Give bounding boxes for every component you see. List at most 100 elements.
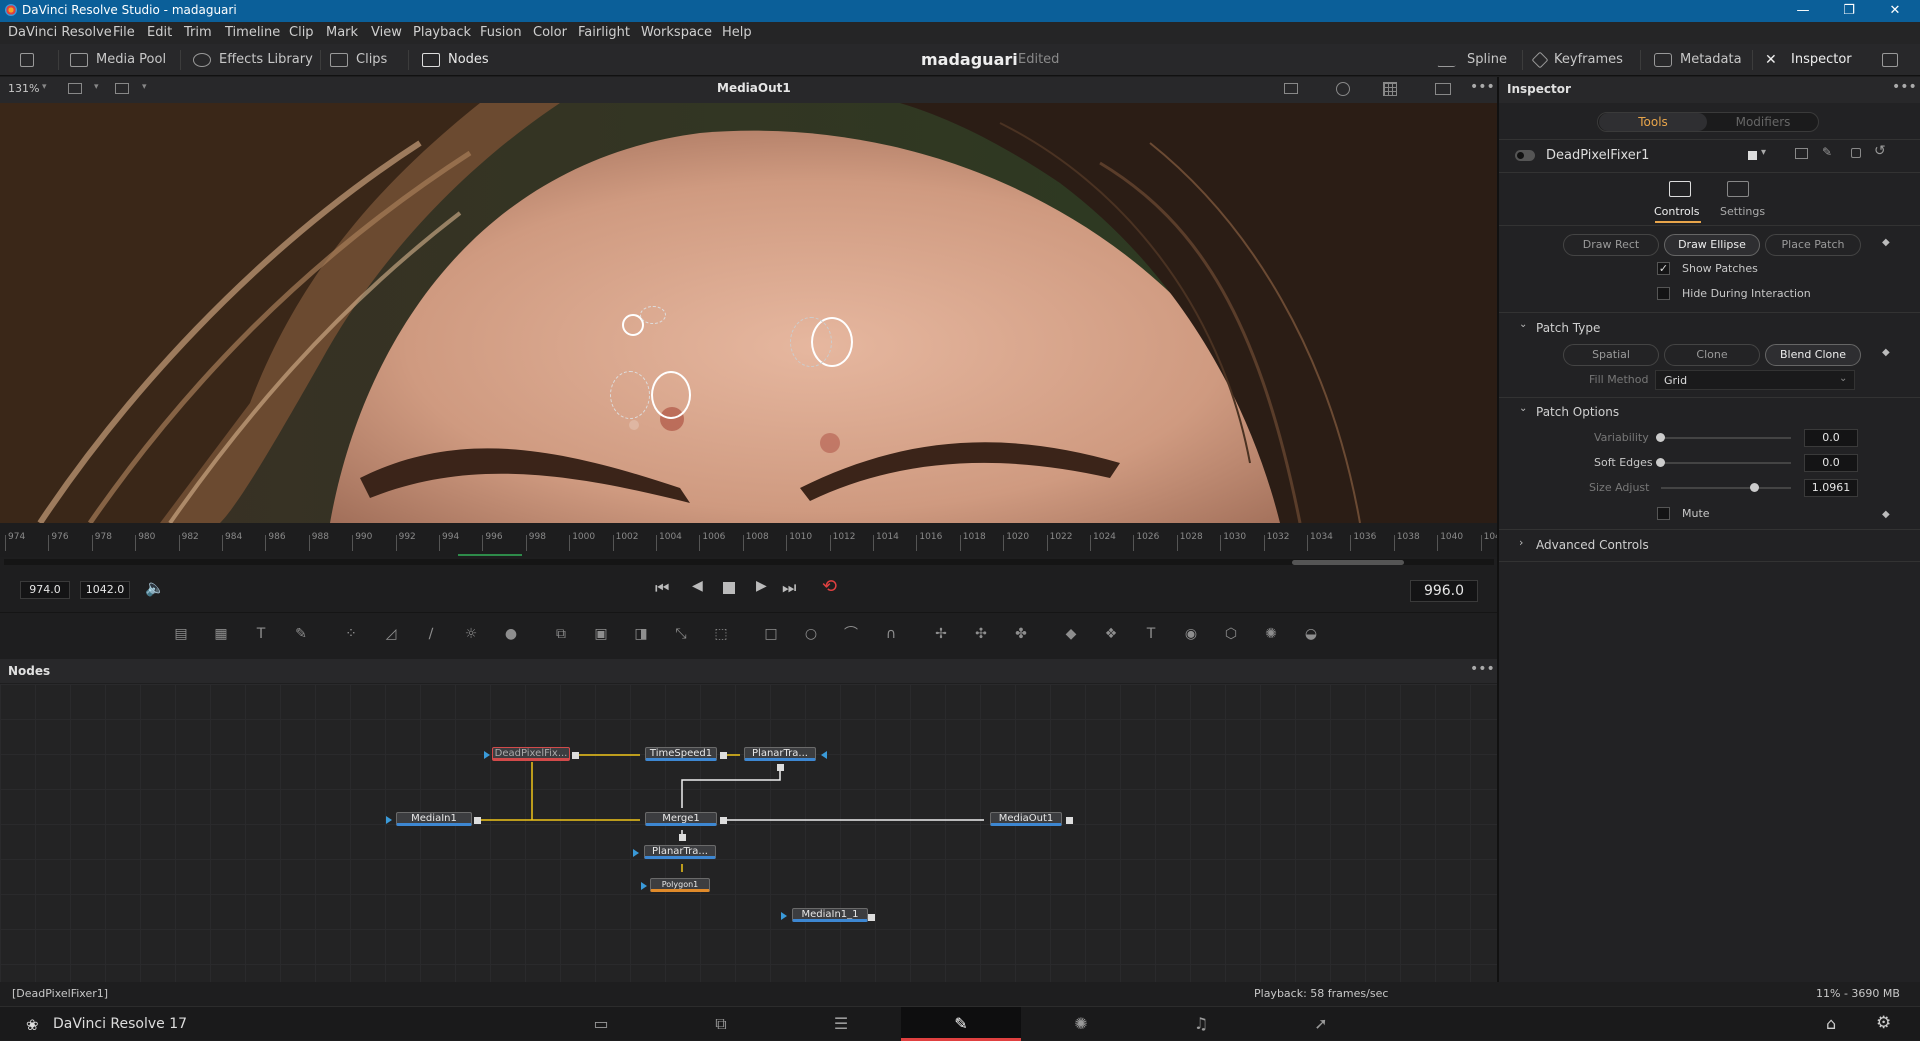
chevron-down-icon[interactable]: ⌄ — [1519, 319, 1527, 330]
chevron-down-icon[interactable]: ▾ — [42, 82, 47, 92]
view-layout-icon[interactable] — [68, 83, 82, 94]
edit-page-icon[interactable]: ☰ — [781, 1007, 901, 1041]
place-patch-button[interactable]: Place Patch — [1765, 234, 1861, 256]
home-icon[interactable]: ⌂ — [1826, 1014, 1836, 1033]
fill-method-select[interactable]: Grid ⌄ — [1655, 370, 1855, 390]
play-reverse-icon[interactable]: ◀ — [692, 578, 703, 594]
cut-page-icon[interactable]: ⧉ — [661, 1007, 781, 1041]
input-pin[interactable] — [633, 849, 639, 857]
roi-icon[interactable] — [115, 83, 129, 94]
effects-library-button[interactable]: Effects Library — [193, 44, 313, 76]
draw-ellipse-button[interactable]: Draw Ellipse — [1664, 234, 1760, 256]
node-mediaout[interactable]: MediaOut1 — [990, 812, 1062, 826]
hide-during-interaction-checkbox[interactable] — [1657, 287, 1670, 300]
mute-checkbox[interactable] — [1657, 507, 1670, 520]
volume-icon[interactable]: 🔈 — [145, 578, 165, 597]
node-polygon[interactable]: Polygon1 — [650, 878, 710, 892]
menu-mark[interactable]: Mark — [326, 25, 358, 40]
ellipse-mask-icon[interactable]: ○ — [802, 625, 820, 643]
go-to-end-icon[interactable]: ⏭ — [782, 578, 796, 598]
media-page-icon[interactable]: ▭ — [541, 1007, 661, 1041]
size-adjust-slider-knob[interactable] — [1750, 483, 1759, 492]
settings-tab[interactable]: Settings — [1720, 205, 1765, 218]
channel-boolean-tool-icon[interactable]: ▣ — [592, 625, 610, 643]
channel-icon[interactable] — [1336, 82, 1350, 96]
polygon-mask-icon[interactable]: ⌒ — [842, 625, 860, 643]
patch-source-handle[interactable] — [610, 371, 650, 419]
output-pin[interactable] — [679, 834, 686, 841]
output-pin[interactable] — [474, 817, 481, 824]
soft-edges-slider-track[interactable] — [1661, 462, 1791, 464]
stop-icon[interactable] — [723, 582, 735, 594]
size-adjust-slider-track[interactable] — [1661, 487, 1791, 489]
menu-color[interactable]: Color — [533, 25, 567, 40]
loop-icon[interactable]: ⟲ — [822, 576, 837, 597]
merge-tool-icon[interactable]: ⧉ — [552, 625, 570, 643]
zoom-level[interactable]: 131% — [8, 82, 39, 95]
fastnoise-tool-icon[interactable]: ▦ — [212, 625, 230, 643]
brightness-tool-icon[interactable]: ☼ — [462, 625, 480, 643]
menu-fusion[interactable]: Fusion — [480, 25, 522, 40]
render-start-field[interactable]: 974.0 — [20, 581, 70, 599]
menu-davinci-resolve[interactable]: DaVinci Resolve — [8, 25, 112, 40]
curves-tool-icon[interactable]: ◿ — [382, 625, 400, 643]
nodes-button[interactable]: Nodes — [422, 44, 489, 76]
color-swatch[interactable] — [1748, 151, 1757, 160]
render-end-field[interactable]: 1042.0 — [80, 581, 130, 599]
draw-rect-button[interactable]: Draw Rect — [1563, 234, 1659, 256]
clone-button[interactable]: Clone — [1664, 344, 1760, 366]
lut-icon[interactable] — [1284, 83, 1298, 94]
spline-button[interactable]: Spline — [1436, 44, 1507, 76]
menu-help[interactable]: Help — [722, 25, 752, 40]
output-pin[interactable] — [868, 914, 875, 921]
gear-icon[interactable]: ⚙ — [1876, 1013, 1891, 1033]
node-graph[interactable]: DeadPixelFix... TimeSpeed1 PlanarTra... … — [0, 684, 1497, 982]
menu-timeline[interactable]: Timeline — [225, 25, 280, 40]
tab-tools[interactable]: Tools — [1599, 113, 1707, 131]
rectangle-mask-icon[interactable]: □ — [762, 625, 780, 643]
play-icon[interactable]: ▶ — [756, 578, 767, 594]
size-adjust-input[interactable]: 1.0961 — [1804, 479, 1858, 497]
chevron-down-icon[interactable]: ▾ — [1761, 147, 1766, 158]
deliver-page-icon[interactable]: ➚ — [1261, 1007, 1381, 1041]
show-patches-checkbox[interactable]: ✓ — [1657, 262, 1670, 275]
light3d-tool-icon[interactable]: ✺ — [1262, 625, 1280, 643]
camera-tracker-icon[interactable]: ✤ — [1012, 625, 1030, 643]
viewer-canvas[interactable] — [0, 103, 1497, 523]
inspector-button[interactable]: ✕ Inspector — [1765, 44, 1852, 76]
node-merge[interactable]: Merge1 — [645, 812, 717, 826]
matte-control-tool-icon[interactable]: ◨ — [632, 625, 650, 643]
scrollbar-track[interactable] — [4, 559, 1494, 565]
minimize-button[interactable]: — — [1780, 0, 1826, 22]
reset-icon[interactable]: ↺ — [1874, 143, 1886, 159]
shape3d-tool-icon[interactable]: ◆ — [1062, 625, 1080, 643]
fairlight-page-icon[interactable]: ♫ — [1141, 1007, 1261, 1041]
chevron-down-icon[interactable]: ⌄ — [1519, 403, 1527, 414]
spatial-button[interactable]: Spatial — [1563, 344, 1659, 366]
patch-target-handle[interactable] — [651, 371, 691, 419]
soft-edges-slider-knob[interactable] — [1656, 458, 1665, 467]
variability-slider-track[interactable] — [1661, 437, 1791, 439]
menu-clip[interactable]: Clip — [289, 25, 314, 40]
maximize-button[interactable]: ❐ — [1826, 0, 1872, 22]
patch-type-section[interactable]: Patch Type — [1536, 321, 1600, 335]
bspline-mask-icon[interactable]: ∩ — [882, 625, 900, 643]
chevron-down-icon[interactable]: ▾ — [94, 82, 99, 92]
node-deadpixelfixer[interactable]: DeadPixelFix... — [492, 747, 570, 761]
merge3d-tool-icon[interactable]: ❖ — [1102, 625, 1120, 643]
lock-icon[interactable] — [1851, 148, 1861, 158]
metadata-button[interactable]: Metadata — [1654, 44, 1742, 76]
more-options-icon[interactable]: ••• — [1470, 79, 1495, 95]
text3d-tool-icon[interactable]: T — [1142, 625, 1160, 643]
variability-input[interactable]: 0.0 — [1804, 429, 1858, 447]
color-corrector-tool-icon[interactable]: ● — [502, 625, 520, 643]
fullscreen-icon[interactable] — [1882, 44, 1906, 76]
fusion-page-icon[interactable]: ✎ — [901, 1007, 1021, 1041]
keyframe-diamond-icon[interactable]: ◆ — [1882, 347, 1890, 358]
camera3d-tool-icon[interactable]: ◉ — [1182, 625, 1200, 643]
renderer3d-tool-icon[interactable]: ⬡ — [1222, 625, 1240, 643]
chevron-right-icon[interactable]: › — [1519, 536, 1523, 549]
node-mediain[interactable]: MediaIn1 — [396, 812, 472, 826]
paint-tool-icon[interactable]: ✎ — [292, 625, 310, 643]
more-options-icon[interactable]: ••• — [1470, 661, 1495, 677]
